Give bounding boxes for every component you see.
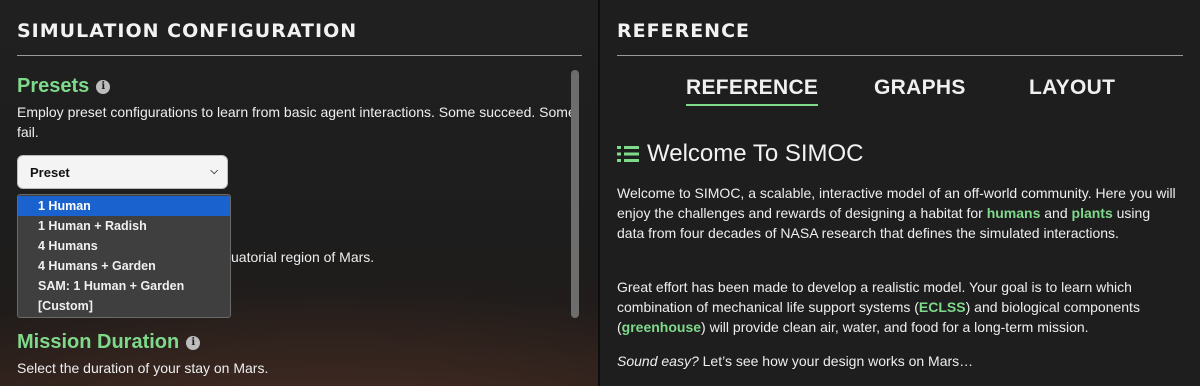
- plants-link[interactable]: plants: [1072, 205, 1113, 221]
- text: and: [1040, 205, 1072, 221]
- presets-heading: Presets i: [17, 75, 111, 98]
- preset-option[interactable]: 4 Humans + Garden: [18, 256, 230, 276]
- text: Let’s see how your design works on Mars…: [698, 353, 974, 369]
- info-icon[interactable]: i: [96, 79, 111, 94]
- welcome-heading: Welcome To SIMOC: [617, 140, 864, 168]
- preset-option[interactable]: 1 Human + Radish: [18, 216, 230, 236]
- preset-option[interactable]: [Custom]: [18, 296, 230, 316]
- tab-graphs[interactable]: GRAPHS: [874, 76, 966, 100]
- text: ) will provide clean air, water, and foo…: [701, 319, 1089, 335]
- tab-layout[interactable]: LAYOUT: [1029, 76, 1115, 100]
- presets-description: Employ preset configurations to learn fr…: [17, 104, 576, 140]
- title-divider: [17, 55, 582, 56]
- greenhouse-link[interactable]: greenhouse: [622, 319, 701, 335]
- panel-title: REFERENCE: [617, 20, 751, 42]
- mission-duration-description: Select the duration of your stay on Mars…: [17, 360, 269, 376]
- sound-easy-text: Sound easy?: [617, 353, 699, 369]
- info-icon[interactable]: i: [186, 335, 201, 350]
- eclss-link[interactable]: ECLSS: [919, 299, 966, 315]
- location-description-fragment: uatorial region of Mars.: [231, 249, 375, 265]
- reference-panel: REFERENCE REFERENCE GRAPHS LAYOUT Welcom…: [600, 0, 1200, 386]
- preset-select[interactable]: Preset ⌵: [17, 155, 228, 189]
- chevron-down-icon: ⌵: [210, 166, 218, 177]
- welcome-paragraph-3: Sound easy? Let’s see how your design wo…: [617, 351, 1177, 371]
- mission-duration-heading-label: Mission Duration: [17, 331, 180, 353]
- preset-select-value: Preset: [30, 164, 70, 180]
- panel-title: SIMULATION CONFIGURATION: [17, 20, 358, 42]
- welcome-paragraph-2: Great effort has been made to develop a …: [617, 277, 1177, 337]
- welcome-heading-label: Welcome To SIMOC: [647, 140, 864, 167]
- simulation-configuration-panel: SIMULATION CONFIGURATION Presets i Emplo…: [0, 0, 598, 386]
- tab-reference[interactable]: REFERENCE: [686, 76, 819, 106]
- scrollbar[interactable]: [571, 70, 579, 318]
- mission-duration-heading: Mission Duration i: [17, 331, 201, 354]
- title-divider: [617, 55, 1183, 56]
- presets-heading-label: Presets: [17, 75, 90, 97]
- preset-option[interactable]: 4 Humans: [18, 236, 230, 256]
- preset-dropdown-list[interactable]: 1 Human 1 Human + Radish 4 Humans 4 Huma…: [17, 194, 231, 318]
- humans-link[interactable]: humans: [987, 205, 1041, 221]
- list-icon: [617, 146, 639, 162]
- preset-option[interactable]: SAM: 1 Human + Garden: [18, 276, 230, 296]
- preset-option[interactable]: 1 Human: [18, 196, 230, 216]
- welcome-paragraph-1: Welcome to SIMOC, a scalable, interactiv…: [617, 183, 1177, 243]
